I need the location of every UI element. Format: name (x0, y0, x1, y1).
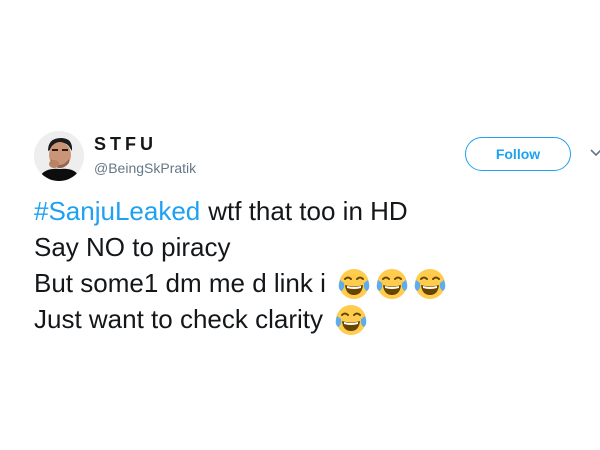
tweet-line-1-text: wtf that too in HD (208, 196, 408, 226)
display-name[interactable]: STFU (94, 134, 196, 154)
tweet-line-2: Say NO to piracy (34, 229, 590, 265)
tweet-line-3: But some1 dm me d link i (34, 265, 590, 301)
tweet-line-4-text: Just want to check clarity (34, 304, 323, 334)
tweet-line-3-text: But some1 dm me d link i (34, 268, 326, 298)
face-with-tears-of-joy-emoji (333, 302, 369, 338)
tweet-line-2-text: Say NO to piracy (34, 232, 231, 262)
emoji-group-line-4 (331, 300, 369, 338)
tweet-header: STFU @BeingSkPratik Follow (34, 128, 600, 184)
avatar[interactable] (34, 131, 84, 181)
face-with-tears-of-joy-emoji (336, 266, 372, 302)
user-block: STFU @BeingSkPratik (94, 134, 196, 177)
emoji-group-line-3 (334, 264, 448, 302)
tweet-line-1: #SanjuLeaked wtf that too in HD (34, 193, 590, 229)
tweet-line-4: Just want to check clarity (34, 301, 590, 337)
user-handle[interactable]: @BeingSkPratik (94, 159, 196, 177)
tweet-text: #SanjuLeaked wtf that too in HD Say NO t… (34, 193, 590, 337)
face-with-tears-of-joy-emoji (374, 266, 410, 302)
chevron-down-icon[interactable] (590, 148, 600, 158)
tweet-embed: STFU @BeingSkPratik Follow #SanjuLeaked … (0, 0, 600, 450)
follow-button[interactable]: Follow (465, 137, 571, 171)
hashtag-link[interactable]: #SanjuLeaked (34, 193, 200, 229)
face-with-tears-of-joy-emoji (412, 266, 448, 302)
profile-photo-icon (34, 131, 84, 181)
